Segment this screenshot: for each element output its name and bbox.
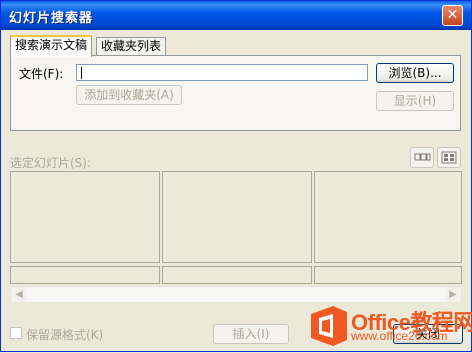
slide-thumbnail[interactable] [10,171,160,263]
slide-caption [314,266,462,284]
slide-thumbnail[interactable] [162,171,312,263]
keep-source-format-checkbox[interactable] [10,327,22,339]
browse-button[interactable]: 浏览(B)... [376,63,454,83]
keep-source-format-label: 保留源格式(K) [26,328,104,342]
show-button[interactable]: 显示(H) [376,91,454,111]
slide-thumbnail[interactable] [314,171,462,263]
slide-caption [162,266,312,284]
tab-favorites-list[interactable]: 收藏夹列表 [96,37,167,56]
office-logo-icon [311,306,347,346]
office-tutorial-watermark: Office教程网 www.office26.com [305,299,472,353]
insert-button[interactable]: 插入(I) [213,324,289,344]
slide-finder-window: 幻灯片搜索器 ✕ 搜索演示文稿 收藏夹列表 文件(F): 浏览(B)... 添加… [0,0,472,352]
tab-search-presentation[interactable]: 搜索演示文稿 [10,35,93,57]
file-path-input[interactable] [76,64,368,81]
scroll-left-arrow-icon[interactable]: ◀ [11,287,27,302]
selected-slides-label: 选定幻灯片(S): [10,156,92,170]
close-window-button[interactable]: ✕ [442,5,463,26]
watermark-url: www.office26.com [351,329,448,343]
text-caret [81,67,82,79]
file-label: 文件(F): [19,67,64,81]
add-to-favorites-button[interactable]: 添加到收藏夹(A) [76,85,182,105]
slides-strip-view-icon[interactable] [410,147,434,168]
title-bar[interactable]: 幻灯片搜索器 ✕ [1,1,471,30]
window-title: 幻灯片搜索器 [9,11,94,26]
slide-caption [10,266,160,284]
slides-grid-view-icon[interactable] [437,147,461,168]
